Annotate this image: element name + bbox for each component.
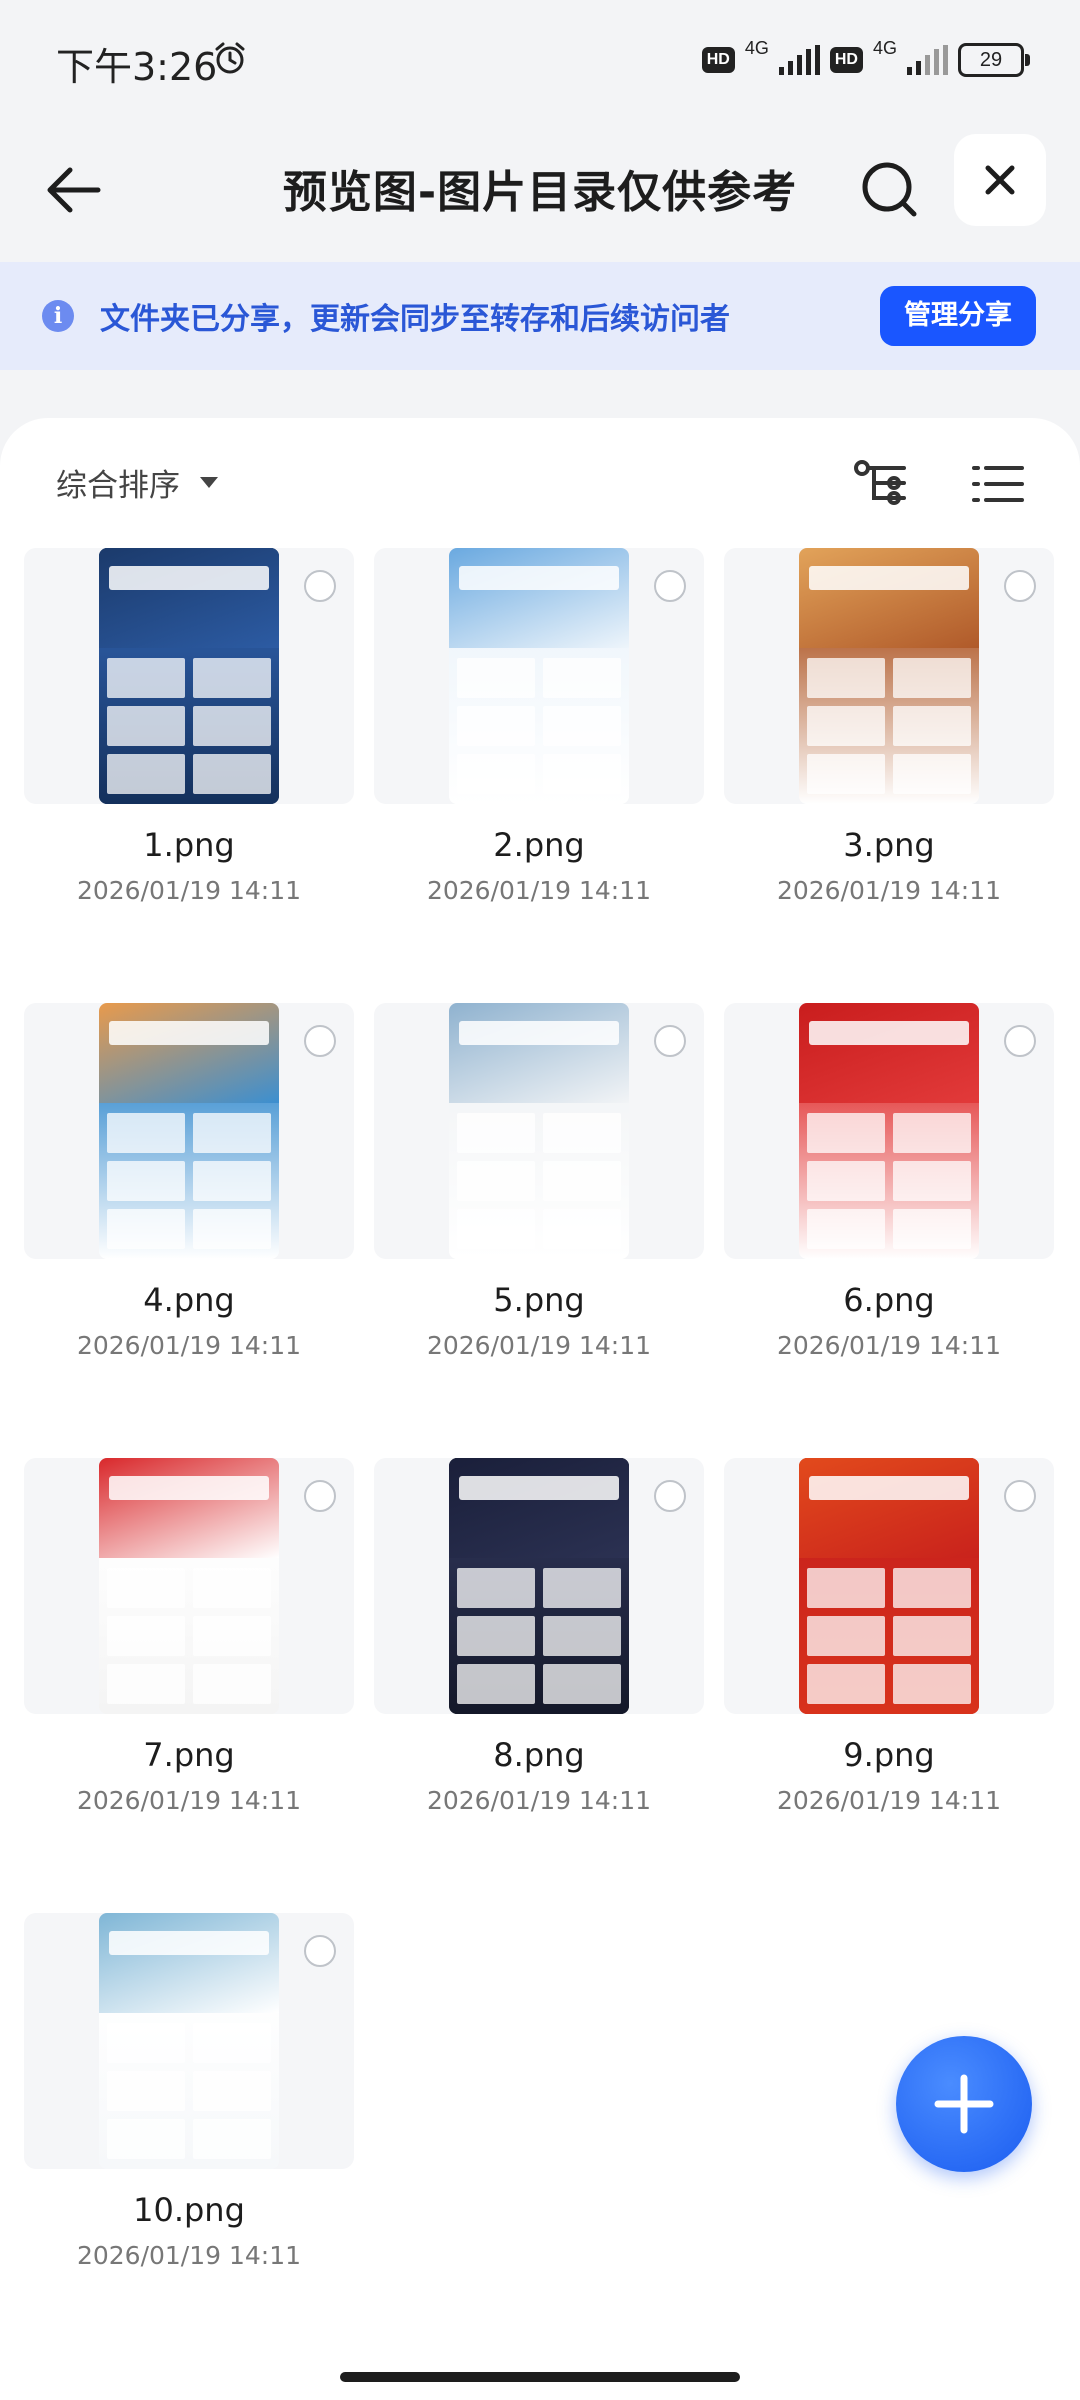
file-item[interactable]: 6.png 2026/01/19 14:11 bbox=[724, 1003, 1054, 1423]
alarm-icon bbox=[215, 42, 245, 74]
file-name: 6.png bbox=[843, 1281, 935, 1319]
file-item[interactable]: 2.png 2026/01/19 14:11 bbox=[374, 548, 704, 968]
file-thumbnail bbox=[799, 1003, 979, 1259]
tree-view-icon[interactable] bbox=[852, 454, 912, 514]
share-banner: i 文件夹已分享，更新会同步至转存和后续访问者 管理分享 bbox=[0, 262, 1080, 370]
file-item[interactable]: 4.png 2026/01/19 14:11 bbox=[24, 1003, 354, 1423]
home-indicator[interactable] bbox=[340, 2372, 740, 2382]
list-view-icon[interactable] bbox=[968, 454, 1028, 514]
select-checkbox[interactable] bbox=[1004, 570, 1036, 602]
status-bar: 下午3:26 HD 4G HD 4G 29 bbox=[0, 0, 1080, 120]
file-thumbnail bbox=[449, 1458, 629, 1714]
network-type-label-2: 4G bbox=[872, 37, 897, 58]
file-name: 8.png bbox=[493, 1736, 585, 1774]
file-name: 7.png bbox=[143, 1736, 235, 1774]
file-date: 2026/01/19 14:11 bbox=[426, 876, 652, 905]
sort-dropdown[interactable]: 综合排序 bbox=[56, 460, 218, 505]
file-name: 2.png bbox=[493, 826, 585, 864]
file-item[interactable]: 5.png 2026/01/19 14:11 bbox=[374, 1003, 704, 1423]
thumbnail-frame bbox=[24, 548, 354, 804]
select-checkbox[interactable] bbox=[304, 1480, 336, 1512]
file-date: 2026/01/19 14:11 bbox=[426, 1331, 652, 1360]
file-name: 9.png bbox=[843, 1736, 935, 1774]
file-thumbnail bbox=[449, 548, 629, 804]
hd-badge: HD bbox=[701, 47, 735, 73]
chevron-down-icon bbox=[200, 477, 218, 488]
manage-share-button[interactable]: 管理分享 bbox=[880, 286, 1036, 346]
info-icon: i bbox=[42, 300, 74, 332]
plus-icon bbox=[934, 2074, 994, 2134]
file-item[interactable]: 9.png 2026/01/19 14:11 bbox=[724, 1458, 1054, 1878]
battery-indicator: 29 bbox=[958, 43, 1030, 77]
file-item[interactable]: 10.png 2026/01/19 14:11 bbox=[24, 1913, 354, 2333]
file-date: 2026/01/19 14:11 bbox=[776, 1331, 1002, 1360]
signal-strength-icon bbox=[778, 45, 820, 75]
header: 预览图-图片目录仅供参考 bbox=[0, 120, 1080, 260]
thumbnail-frame bbox=[374, 1458, 704, 1714]
file-thumbnail bbox=[99, 1913, 279, 2169]
select-checkbox[interactable] bbox=[1004, 1025, 1036, 1057]
select-checkbox[interactable] bbox=[1004, 1480, 1036, 1512]
file-name: 5.png bbox=[493, 1281, 585, 1319]
file-date: 2026/01/19 14:11 bbox=[76, 1331, 302, 1360]
status-indicators: HD 4G HD 4G 29 bbox=[701, 37, 1030, 82]
file-date: 2026/01/19 14:11 bbox=[776, 876, 1002, 905]
thumbnail-frame bbox=[24, 1003, 354, 1259]
close-icon bbox=[985, 165, 1015, 195]
select-checkbox[interactable] bbox=[654, 570, 686, 602]
file-thumbnail bbox=[99, 1458, 279, 1714]
share-banner-text: 文件夹已分享，更新会同步至转存和后续访问者 bbox=[100, 302, 730, 337]
file-item[interactable]: 3.png 2026/01/19 14:11 bbox=[724, 548, 1054, 968]
file-thumbnail bbox=[799, 1458, 979, 1714]
select-checkbox[interactable] bbox=[304, 1935, 336, 1967]
file-item[interactable]: 1.png 2026/01/19 14:11 bbox=[24, 548, 354, 968]
thumbnail-frame bbox=[724, 548, 1054, 804]
file-date: 2026/01/19 14:11 bbox=[76, 1786, 302, 1815]
thumbnail-frame bbox=[374, 1003, 704, 1259]
file-date: 2026/01/19 14:11 bbox=[76, 876, 302, 905]
file-name: 1.png bbox=[143, 826, 235, 864]
thumbnail-frame bbox=[724, 1458, 1054, 1714]
thumbnail-frame bbox=[374, 548, 704, 804]
select-checkbox[interactable] bbox=[654, 1025, 686, 1057]
select-checkbox[interactable] bbox=[304, 570, 336, 602]
thumbnail-frame bbox=[724, 1003, 1054, 1259]
signal-strength-icon-2 bbox=[907, 45, 948, 75]
sort-label: 综合排序 bbox=[56, 468, 180, 504]
file-thumbnail bbox=[99, 1003, 279, 1259]
file-date: 2026/01/19 14:11 bbox=[776, 1786, 1002, 1815]
select-checkbox[interactable] bbox=[304, 1025, 336, 1057]
add-button[interactable] bbox=[896, 2036, 1032, 2172]
file-name: 4.png bbox=[143, 1281, 235, 1319]
status-time: 下午3:26 bbox=[56, 45, 218, 89]
file-thumbnail bbox=[449, 1003, 629, 1259]
file-item[interactable]: 7.png 2026/01/19 14:11 bbox=[24, 1458, 354, 1878]
close-button[interactable] bbox=[954, 134, 1046, 226]
network-type-label: 4G bbox=[744, 37, 769, 58]
file-name: 3.png bbox=[843, 826, 935, 864]
file-name: 10.png bbox=[133, 2191, 245, 2229]
thumbnail-frame bbox=[24, 1458, 354, 1714]
file-date: 2026/01/19 14:11 bbox=[76, 2241, 302, 2270]
file-thumbnail bbox=[799, 548, 979, 804]
file-date: 2026/01/19 14:11 bbox=[426, 1786, 652, 1815]
hd-badge-2: HD bbox=[829, 47, 863, 73]
search-icon[interactable] bbox=[850, 150, 930, 230]
file-item[interactable]: 8.png 2026/01/19 14:11 bbox=[374, 1458, 704, 1878]
file-thumbnail bbox=[99, 548, 279, 804]
select-checkbox[interactable] bbox=[654, 1480, 686, 1512]
thumbnail-frame bbox=[24, 1913, 354, 2169]
